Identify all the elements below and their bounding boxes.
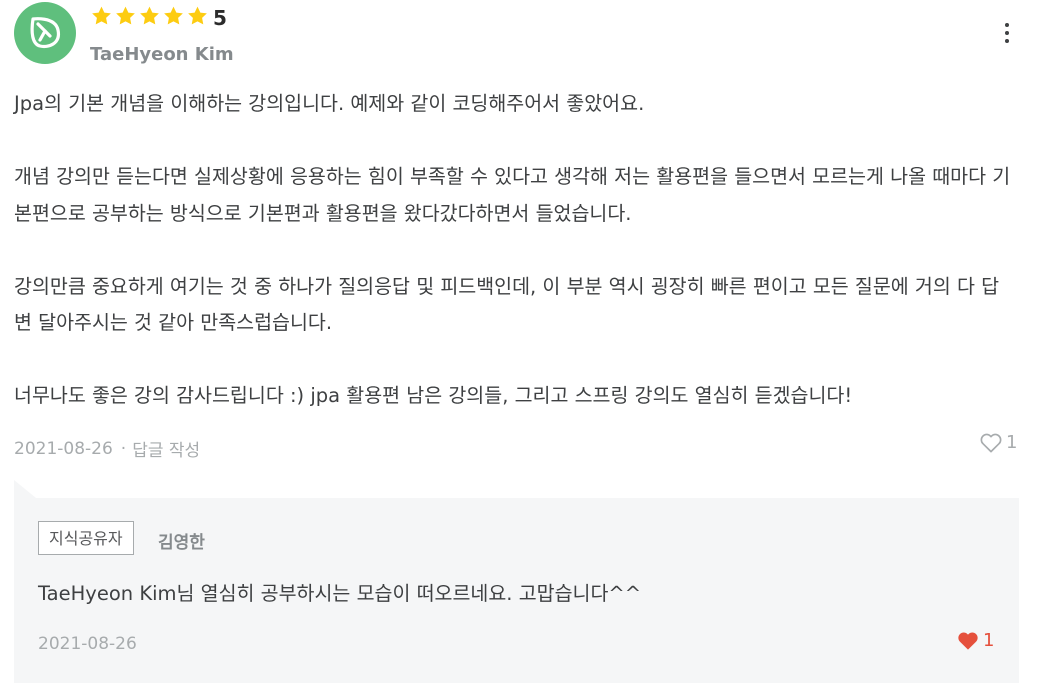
reply-like-button[interactable]: 1 [957,630,994,651]
heart-outline-icon [980,433,1002,452]
heart-filled-icon [958,631,978,650]
more-vertical-icon [1005,23,1009,27]
rating-value: 5 [213,6,227,30]
star-icon [140,6,159,25]
reply-pointer [14,480,36,498]
like-count: 1 [1006,432,1018,453]
meta-separator: · [120,438,127,459]
review-author[interactable]: TaeHyeon Kim [90,44,234,65]
review-paragraph: Jpa의 기본 개념을 이해하는 강의입니다. 예제와 같이 코딩해주어서 좋았… [14,92,645,115]
review-body: Jpa의 기본 개념을 이해하는 강의입니다. 예제와 같이 코딩해주어서 좋았… [14,86,1014,415]
like-button[interactable]: 1 [980,432,1017,453]
star-icon [116,6,135,25]
review-paragraph: 강의만큼 중요하게 여기는 것 중 하나가 질의응답 및 피드백인데, 이 부분… [14,274,1000,335]
instructor-badge: 지식공유자 [38,521,134,555]
leaf-logo-icon [30,17,61,49]
review-meta: 2021-08-26 · 답글 작성 [14,436,200,462]
reply-text: TaeHyeon Kim님 열심히 공부하시는 모습이 떠오르네요. 고맙습니다… [38,582,642,605]
write-reply-button[interactable]: 답글 작성 [132,436,200,461]
review-paragraph: 너무나도 좋은 강의 감사드립니다 :) jpa 활용편 남은 강의들, 그리고… [14,384,853,407]
reply-like-count: 1 [983,630,995,651]
reply-box: 지식공유자 김영한 TaeHyeon Kim님 열심히 공부하시는 모습이 떠오… [14,498,1019,683]
review-date: 2021-08-26 [14,438,113,459]
star-icon [164,6,183,25]
review-paragraph: 개념 강의만 듣는다면 실제상황에 응용하는 힘이 부족할 수 있다고 생각해 … [14,165,1011,225]
avatar[interactable] [14,2,76,64]
rating-stars [90,5,209,27]
star-icon [188,6,207,25]
reply-author[interactable]: 김영한 [158,528,205,553]
more-options-button[interactable] [995,16,1019,50]
star-icon [92,6,111,25]
reply-date: 2021-08-26 [38,634,137,654]
